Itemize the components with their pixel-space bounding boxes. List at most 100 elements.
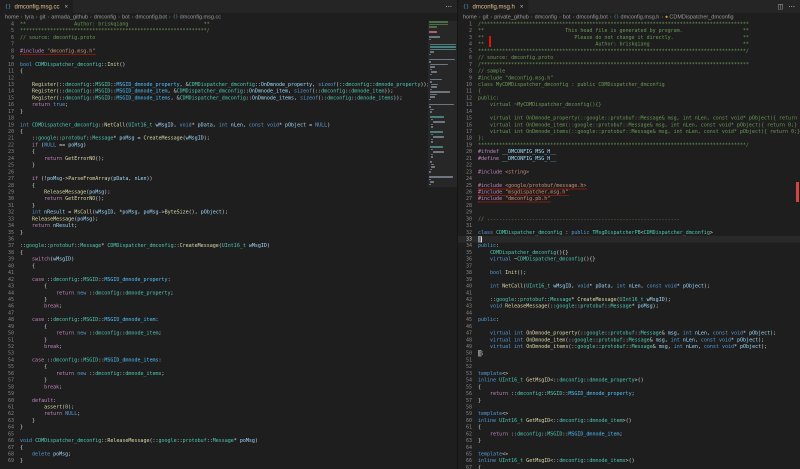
- line-number[interactable]: 26: [458, 189, 478, 196]
- tab-dmconfig-msg-h[interactable]: {} dmconfig.msg.h ×: [458, 0, 529, 13]
- line-number[interactable]: 18: [458, 135, 478, 142]
- line-number[interactable]: 12: [0, 75, 20, 82]
- breadcrumb-item[interactable]: ◆CDMDispatcher_dmconfig: [665, 14, 733, 20]
- line-number[interactable]: 69: [0, 458, 20, 465]
- line-number[interactable]: 6: [458, 55, 478, 62]
- line-number[interactable]: 16: [458, 122, 478, 129]
- line-number[interactable]: 38: [458, 270, 478, 277]
- line-number[interactable]: 21: [0, 135, 20, 142]
- line-number[interactable]: 4: [458, 41, 478, 48]
- line-number[interactable]: 4: [0, 21, 20, 28]
- line-number[interactable]: 49: [0, 323, 20, 330]
- line-number[interactable]: 35: [458, 249, 478, 256]
- line-number[interactable]: 45: [458, 317, 478, 324]
- line-number[interactable]: 33: [458, 236, 478, 243]
- line-number[interactable]: 18: [0, 115, 20, 122]
- line-number[interactable]: 13: [0, 81, 20, 88]
- line-number[interactable]: 8: [0, 48, 20, 55]
- line-number[interactable]: 60: [458, 417, 478, 424]
- line-number[interactable]: 56: [458, 391, 478, 398]
- line-number[interactable]: 19: [0, 122, 20, 129]
- line-number[interactable]: 14: [0, 88, 20, 95]
- line-number[interactable]: 24: [458, 176, 478, 183]
- line-number[interactable]: 39: [0, 256, 20, 263]
- line-number[interactable]: 41: [458, 290, 478, 297]
- line-number[interactable]: 6: [0, 34, 20, 41]
- line-number[interactable]: 15: [458, 115, 478, 122]
- line-number[interactable]: 33: [0, 216, 20, 223]
- breadcrumb-item[interactable]: git: [483, 14, 489, 20]
- line-number[interactable]: 34: [458, 243, 478, 250]
- line-number[interactable]: 40: [458, 283, 478, 290]
- line-number[interactable]: 42: [0, 276, 20, 283]
- line-number[interactable]: 25: [458, 182, 478, 189]
- line-number[interactable]: 17: [458, 129, 478, 136]
- line-number[interactable]: 44: [0, 290, 20, 297]
- line-number[interactable]: 27: [0, 176, 20, 183]
- more-actions-icon[interactable]: ⋯: [789, 3, 796, 11]
- line-number[interactable]: 57: [0, 377, 20, 384]
- line-number[interactable]: 58: [0, 384, 20, 391]
- line-number[interactable]: 5: [0, 28, 20, 35]
- line-number[interactable]: 19: [458, 142, 478, 149]
- tab-dmconfig-msg-cc[interactable]: {} dmconfig.msg.cc ×: [0, 0, 74, 13]
- breadcrumb-item[interactable]: bot: [563, 14, 571, 20]
- line-number[interactable]: 45: [0, 296, 20, 303]
- line-number[interactable]: 10: [0, 61, 20, 68]
- line-number[interactable]: 29: [0, 189, 20, 196]
- breadcrumb-item[interactable]: home: [5, 14, 19, 20]
- code-editor-right[interactable]: 1/**************************************…: [458, 21, 800, 469]
- line-number[interactable]: 59: [458, 411, 478, 418]
- line-number[interactable]: 28: [458, 202, 478, 209]
- line-number[interactable]: 11: [0, 68, 20, 75]
- line-number[interactable]: 41: [0, 270, 20, 277]
- line-number[interactable]: 48: [458, 337, 478, 344]
- breadcrumb-item[interactable]: home: [463, 14, 477, 20]
- line-number[interactable]: 42: [458, 296, 478, 303]
- line-number[interactable]: 53: [0, 350, 20, 357]
- line-number[interactable]: 58: [458, 404, 478, 411]
- line-number[interactable]: 15: [0, 95, 20, 102]
- breadcrumb-item[interactable]: private_github: [494, 14, 529, 20]
- line-number[interactable]: 7: [0, 41, 20, 48]
- line-number[interactable]: 50: [458, 350, 478, 357]
- line-number[interactable]: 61: [458, 424, 478, 431]
- line-number[interactable]: 9: [458, 75, 478, 82]
- breadcrumb-item[interactable]: {}dmconfig.msg.cc: [173, 14, 221, 20]
- line-number[interactable]: 11: [458, 88, 478, 95]
- line-number[interactable]: 29: [458, 209, 478, 216]
- line-number[interactable]: 66: [0, 438, 20, 445]
- split-editor-icon[interactable]: ◫: [777, 3, 783, 11]
- minimap[interactable]: [428, 21, 457, 469]
- line-number[interactable]: 8: [458, 68, 478, 75]
- line-number[interactable]: 56: [0, 370, 20, 377]
- line-number[interactable]: 20: [458, 149, 478, 156]
- line-number[interactable]: 27: [458, 196, 478, 203]
- line-number[interactable]: 16: [0, 102, 20, 109]
- line-number[interactable]: 30: [458, 216, 478, 223]
- line-number[interactable]: 68: [0, 451, 20, 458]
- line-number[interactable]: 44: [458, 310, 478, 317]
- line-number[interactable]: 62: [0, 411, 20, 418]
- line-number[interactable]: 32: [0, 209, 20, 216]
- line-number[interactable]: 28: [0, 182, 20, 189]
- line-number[interactable]: 54: [458, 377, 478, 384]
- breadcrumb-item[interactable]: armada_github: [51, 14, 88, 20]
- breadcrumb-item[interactable]: {}dmconfig.msg.h: [614, 14, 660, 20]
- line-number[interactable]: 14: [458, 108, 478, 115]
- breadcrumb-item[interactable]: git: [40, 14, 46, 20]
- line-number[interactable]: 24: [0, 155, 20, 162]
- line-number[interactable]: 54: [0, 357, 20, 364]
- line-number[interactable]: 65: [458, 451, 478, 458]
- line-number[interactable]: 48: [0, 317, 20, 324]
- line-number[interactable]: 37: [0, 243, 20, 250]
- line-number[interactable]: 38: [0, 249, 20, 256]
- line-number[interactable]: 3: [458, 34, 478, 41]
- breadcrumb-item[interactable]: dmconfig.bot: [576, 14, 607, 20]
- line-number[interactable]: 39: [458, 276, 478, 283]
- line-number[interactable]: 67: [0, 444, 20, 451]
- line-number[interactable]: 31: [0, 202, 20, 209]
- line-number[interactable]: 30: [0, 196, 20, 203]
- line-number[interactable]: 35: [0, 229, 20, 236]
- line-number[interactable]: 67: [458, 464, 478, 469]
